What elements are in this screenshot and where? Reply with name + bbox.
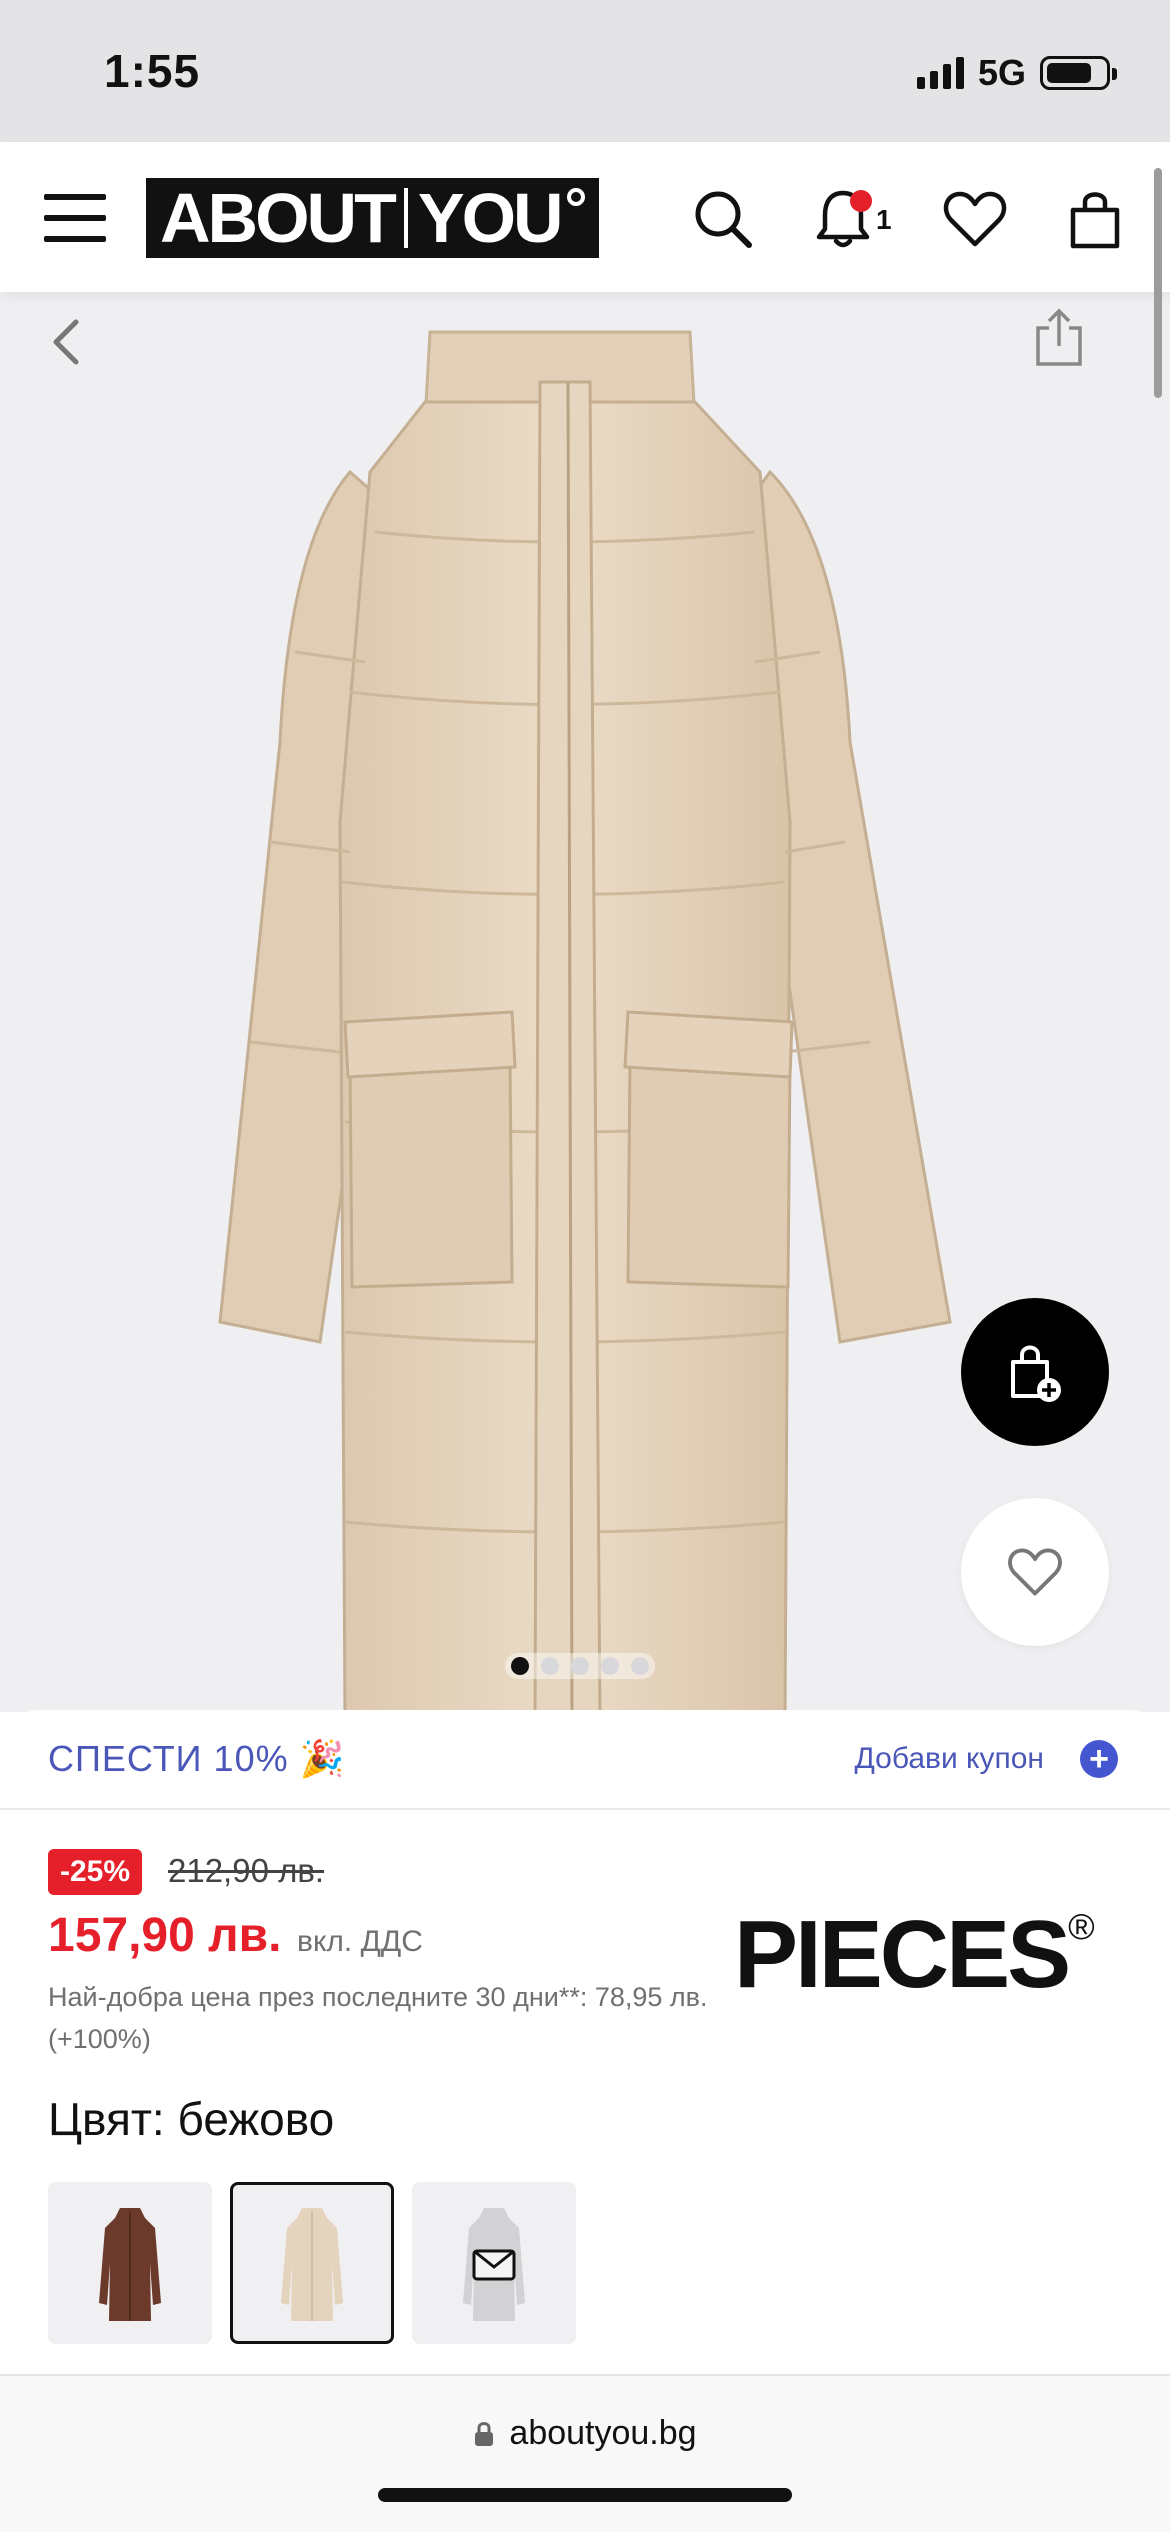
about-you-logo[interactable]: ABOUT YOU [146, 178, 599, 258]
search-icon[interactable] [688, 184, 758, 254]
add-to-bag-button[interactable] [961, 1298, 1109, 1446]
vat-note: вкл. ДДС [297, 1925, 423, 1958]
wishlist-button[interactable] [961, 1498, 1109, 1646]
lock-icon [475, 2421, 494, 2446]
gallery-dot[interactable] [631, 1657, 649, 1675]
registered-mark: ® [1068, 1906, 1095, 1947]
gallery-dot[interactable] [571, 1657, 589, 1675]
current-price: 157,90 лв. [48, 1909, 282, 1962]
add-coupon-plus-icon[interactable]: + [1080, 1740, 1118, 1778]
status-time: 1:55 [104, 45, 201, 97]
page-scrollbar[interactable] [1154, 168, 1162, 398]
color-label: Цвят: бежово [48, 2093, 335, 2145]
gallery-dot[interactable] [541, 1657, 559, 1675]
status-bar: 1:55 5G [0, 0, 1170, 142]
color-swatch-brown[interactable] [48, 2182, 212, 2344]
status-indicators: 5G [916, 52, 1117, 94]
gallery-pagination[interactable] [505, 1653, 655, 1679]
discount-badge: -25% [48, 1849, 143, 1895]
logo-text-left: ABOUT [160, 179, 397, 257]
lowest-price-note: Най-добра цена през последните 30 дни**:… [48, 1982, 708, 2054]
notification-count: 1 [876, 204, 892, 235]
address-bar[interactable]: aboutyou.bg [0, 2414, 1170, 2453]
color-swatch-beige[interactable] [230, 2182, 394, 2344]
old-price: 212,90 лв. [168, 1852, 325, 1889]
heart-icon[interactable] [940, 184, 1010, 254]
home-indicator[interactable] [378, 2488, 792, 2502]
coupon-bar: СПЕСТИ 10% 🎉 Добави купон + [0, 1710, 1170, 1810]
browser-bottom-bar: aboutyou.bg [0, 2376, 1170, 2532]
coat-thumbnail [463, 2208, 525, 2321]
bag-plus-icon [1011, 1345, 1061, 1402]
share-icon[interactable] [1032, 306, 1086, 370]
network-label: 5G [977, 52, 1026, 93]
brand-logo[interactable]: PIECES® [734, 1900, 1095, 2010]
heart-icon [1008, 1548, 1062, 1596]
brand-name: PIECES [734, 1901, 1071, 2008]
url-text: aboutyou.bg [509, 2414, 697, 2452]
logo-text-right: YOU [417, 179, 564, 257]
coat-thumbnail [281, 2208, 343, 2321]
add-coupon-link[interactable]: Добави купон [854, 1742, 1044, 1776]
coat-thumbnail [99, 2208, 161, 2321]
menu-icon[interactable] [44, 194, 106, 242]
gallery-dot[interactable] [511, 1657, 529, 1675]
gallery-dot[interactable] [601, 1657, 619, 1675]
bag-icon[interactable] [1060, 184, 1130, 254]
coupon-promo-text: СПЕСТИ 10% 🎉 [48, 1738, 346, 1779]
product-photo-coat [218, 330, 952, 1712]
battery-icon [1040, 56, 1117, 90]
chevron-left-icon[interactable] [46, 314, 86, 370]
color-swatch-grey[interactable] [412, 2182, 576, 2344]
site-header: ABOUT YOU 1 [0, 142, 1170, 292]
signal-icon [916, 57, 964, 89]
product-image-gallery[interactable] [0, 292, 1170, 1712]
notification-dot [850, 190, 872, 212]
